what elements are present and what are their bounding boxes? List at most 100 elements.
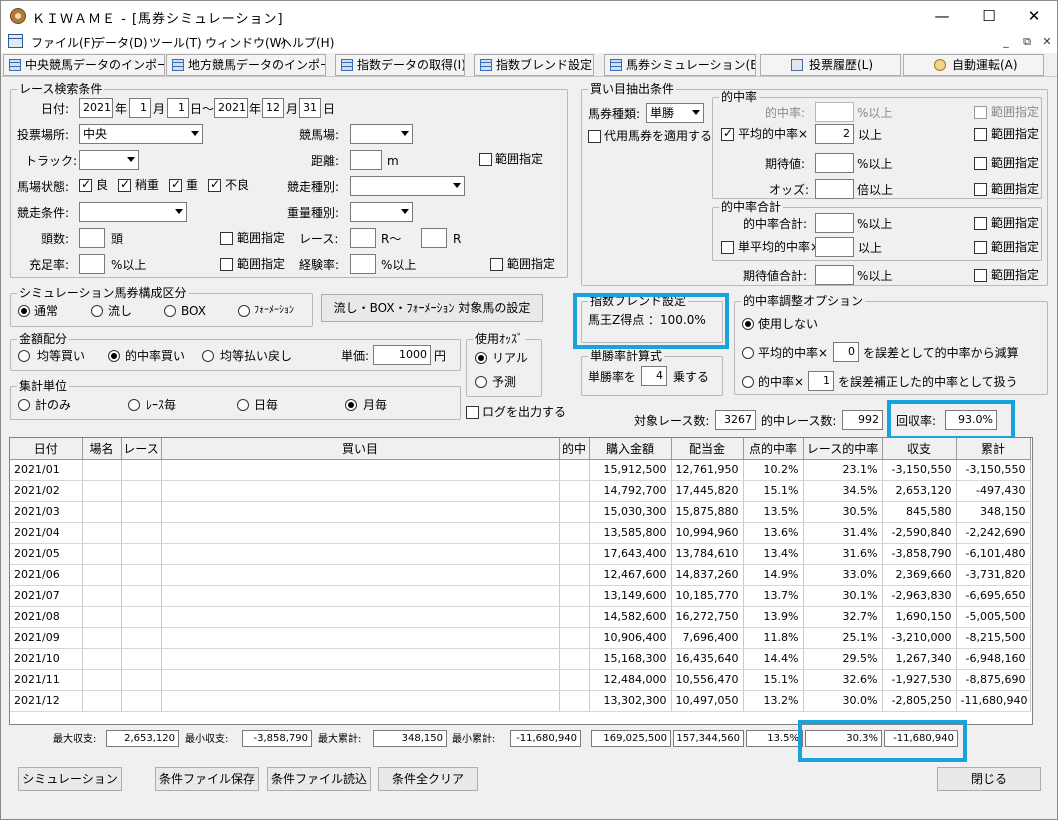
maximize-button[interactable]: ☐ [966, 1, 1012, 31]
table-row[interactable]: 2021/12 13,302,300 10,497,050 13.2% 30.0% -2,… [10, 690, 1031, 712]
experience-rate-field[interactable] [350, 254, 376, 274]
import-local-button[interactable]: 地方競馬データのインポート(N) [166, 54, 326, 76]
menu-help[interactable]: ヘルプ(H) [280, 34, 334, 51]
table-row[interactable]: 2021/08 14,582,600 16,272,750 13.9% 32.7% 1,6… [10, 606, 1031, 628]
table-row[interactable]: 2021/02 14,792,700 17,445,820 15.1% 34.5% 2,6… [10, 480, 1031, 502]
race-to-field[interactable] [421, 228, 447, 248]
odds-real-radio[interactable] [475, 352, 487, 364]
course-select[interactable] [350, 124, 413, 144]
hit-rate-field[interactable] [815, 102, 854, 122]
aggregate-total-radio[interactable] [18, 399, 30, 411]
distance-field[interactable] [350, 150, 382, 170]
column-header[interactable]: 配当金 [671, 438, 744, 460]
unit-price-field[interactable]: 1000 [373, 345, 431, 365]
get-index-button[interactable]: 指数データの取得(I) [335, 54, 465, 76]
from-year-field[interactable]: 2021 [79, 98, 113, 118]
hit-adjust-subtract-field[interactable]: 0 [833, 342, 859, 362]
menu-data[interactable]: データ(D) [93, 34, 148, 51]
aggregate-day-radio[interactable] [237, 399, 249, 411]
menu-window[interactable]: ウィンドウ(W) [205, 34, 286, 51]
to-year-field[interactable]: 2021 [214, 98, 248, 118]
condition-good-checkbox[interactable] [79, 177, 92, 192]
heads-field[interactable] [79, 228, 105, 248]
table-row[interactable]: 2021/11 12,484,000 10,556,470 15.1% 32.6% -1,… [10, 669, 1031, 691]
table-row[interactable]: 2021/05 17,643,400 13,784,610 13.4% 31.6% -3,… [10, 543, 1031, 565]
experience-range-checkbox[interactable] [490, 258, 503, 271]
menu-tools[interactable]: ツール(T) [149, 34, 202, 51]
weight-type-select[interactable] [350, 202, 413, 222]
column-header[interactable]: 場名 [82, 438, 122, 460]
composition-box-radio[interactable] [164, 305, 176, 317]
allocation-equal-payout-radio[interactable] [202, 350, 214, 362]
column-header[interactable]: 購入金額 [589, 438, 672, 460]
table-row[interactable]: 2021/10 15,168,300 16,435,640 14.4% 29.5% 1,2… [10, 648, 1031, 670]
ticket-type-select[interactable]: 単勝 [646, 103, 704, 123]
fill-range-checkbox[interactable] [220, 258, 233, 271]
table-row[interactable]: 2021/04 13,585,800 10,994,960 13.6% 31.4% -2,… [10, 522, 1031, 544]
avg-hit-field[interactable]: 2 [815, 124, 854, 144]
table-row[interactable]: 2021/06 12,467,600 14,837,260 14.9% 33.0% 2,3… [10, 564, 1031, 586]
race-type-select[interactable] [350, 176, 465, 196]
condition-slightly-heavy-checkbox[interactable] [118, 177, 131, 192]
hit-adjust-subtract-radio[interactable] [742, 347, 754, 359]
load-conditions-button[interactable]: 条件ファイル読込 [267, 767, 371, 791]
column-header[interactable]: 日付 [10, 438, 83, 460]
to-day-field[interactable]: 31 [299, 98, 321, 118]
table-row[interactable]: 2021/09 10,906,400 7,696,400 11.8% 25.1% -3,2… [10, 627, 1031, 649]
column-header[interactable]: レース的中率 [803, 438, 883, 460]
expectation-range-checkbox[interactable] [974, 157, 987, 170]
column-header[interactable]: 買い目 [161, 438, 560, 460]
import-central-button[interactable]: 中央競馬データのインポート(J) [3, 54, 165, 76]
to-month-field[interactable]: 12 [262, 98, 284, 118]
allocation-equal-buy-radio[interactable] [18, 350, 30, 362]
from-month-field[interactable]: 1 [129, 98, 151, 118]
hit-adjust-none-radio[interactable] [742, 318, 754, 330]
column-header[interactable]: 的中 [559, 438, 590, 460]
menu-file[interactable]: ファイル(F) [31, 34, 95, 51]
substitute-ticket-checkbox[interactable] [588, 130, 601, 143]
odds-filter-field[interactable] [815, 179, 854, 199]
avg-hit-checkbox[interactable] [721, 126, 734, 141]
table-row[interactable]: 2021/03 15,030,300 15,875,880 13.5% 30.5% 845… [10, 501, 1031, 523]
expectation-sum-range-checkbox[interactable] [974, 269, 987, 282]
from-day-field[interactable]: 1 [167, 98, 189, 118]
mdi-restore-button[interactable]: ⧉ [1018, 34, 1036, 50]
output-log-checkbox[interactable] [466, 406, 479, 419]
aggregate-month-radio[interactable] [345, 399, 357, 411]
table-row[interactable]: 2021/01 15,912,500 12,761,950 10.2% 23.1% -3,… [10, 459, 1031, 481]
avg-hit-range-checkbox[interactable] [974, 128, 987, 141]
mdi-minimize-button[interactable]: _ [997, 34, 1015, 50]
composition-nagashi-radio[interactable] [91, 305, 103, 317]
save-conditions-button[interactable]: 条件ファイル保存 [155, 767, 259, 791]
auto-run-button[interactable]: 自動運転(A) [903, 54, 1044, 76]
mdi-close-button[interactable]: ✕ [1038, 34, 1056, 50]
hit-adjust-correct-field[interactable]: 1 [808, 371, 834, 391]
composition-normal-radio[interactable] [18, 305, 30, 317]
close-button[interactable]: 閉じる [937, 767, 1041, 791]
condition-bad-checkbox[interactable] [208, 177, 221, 192]
odds-range-checkbox[interactable] [974, 183, 987, 196]
hit-rate-range-checkbox[interactable] [974, 106, 987, 119]
column-header[interactable]: 収支 [882, 438, 957, 460]
allocation-hit-rate-radio[interactable] [108, 350, 120, 362]
column-header[interactable]: レース [121, 438, 162, 460]
target-horse-setting-button[interactable]: 流し・BOX・ﾌｫｰﾒｰｼｮﾝ 対象馬の設定 [321, 294, 543, 322]
venue-select[interactable]: 中央 [79, 124, 203, 144]
win-calc-power-field[interactable]: 4 [641, 366, 667, 386]
race-condition-select[interactable] [79, 202, 187, 222]
document-window-icon[interactable] [8, 34, 23, 48]
simulate-button[interactable]: シミュレーション [18, 767, 122, 791]
close-window-button[interactable]: ✕ [1011, 1, 1057, 31]
condition-heavy-checkbox[interactable] [169, 177, 182, 192]
clear-conditions-button[interactable]: 条件全クリア [378, 767, 478, 791]
odds-forecast-radio[interactable] [475, 376, 487, 388]
race-from-field[interactable] [350, 228, 376, 248]
index-blend-button[interactable]: 指数ブレンド設定(D) [474, 54, 594, 76]
distance-range-checkbox[interactable] [479, 153, 492, 166]
column-header[interactable]: 累計 [956, 438, 1031, 460]
ticket-simulation-button[interactable]: 馬券シミュレーション(B) [604, 54, 756, 76]
minimize-button[interactable]: — [919, 1, 965, 31]
single-avg-field[interactable] [815, 237, 854, 257]
hit-sum-field[interactable] [815, 213, 854, 233]
single-avg-checkbox[interactable] [721, 241, 734, 254]
